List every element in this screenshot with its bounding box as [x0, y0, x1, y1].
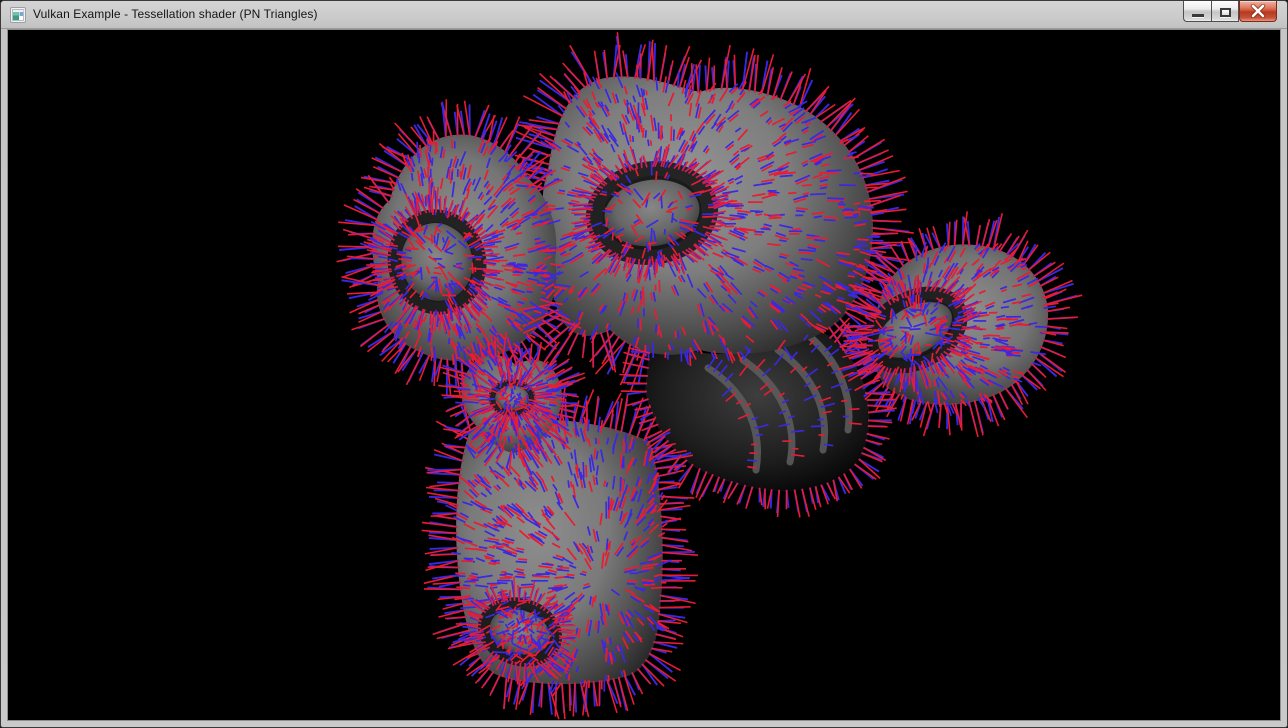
maximize-icon	[1220, 8, 1231, 17]
window-title: Vulkan Example - Tessellation shader (PN…	[33, 7, 318, 22]
app-icon	[10, 7, 26, 23]
close-icon	[1250, 4, 1266, 18]
vulkan-render	[8, 30, 1280, 720]
render-viewport[interactable]	[7, 29, 1281, 721]
window-controls	[1183, 1, 1277, 22]
app-window: Vulkan Example - Tessellation shader (PN…	[0, 0, 1288, 728]
maximize-button[interactable]	[1211, 1, 1239, 22]
minimize-button[interactable]	[1183, 1, 1211, 22]
titlebar[interactable]: Vulkan Example - Tessellation shader (PN…	[1, 1, 1287, 29]
close-button[interactable]	[1239, 1, 1277, 22]
minimize-icon	[1192, 14, 1204, 17]
crater	[590, 163, 715, 263]
